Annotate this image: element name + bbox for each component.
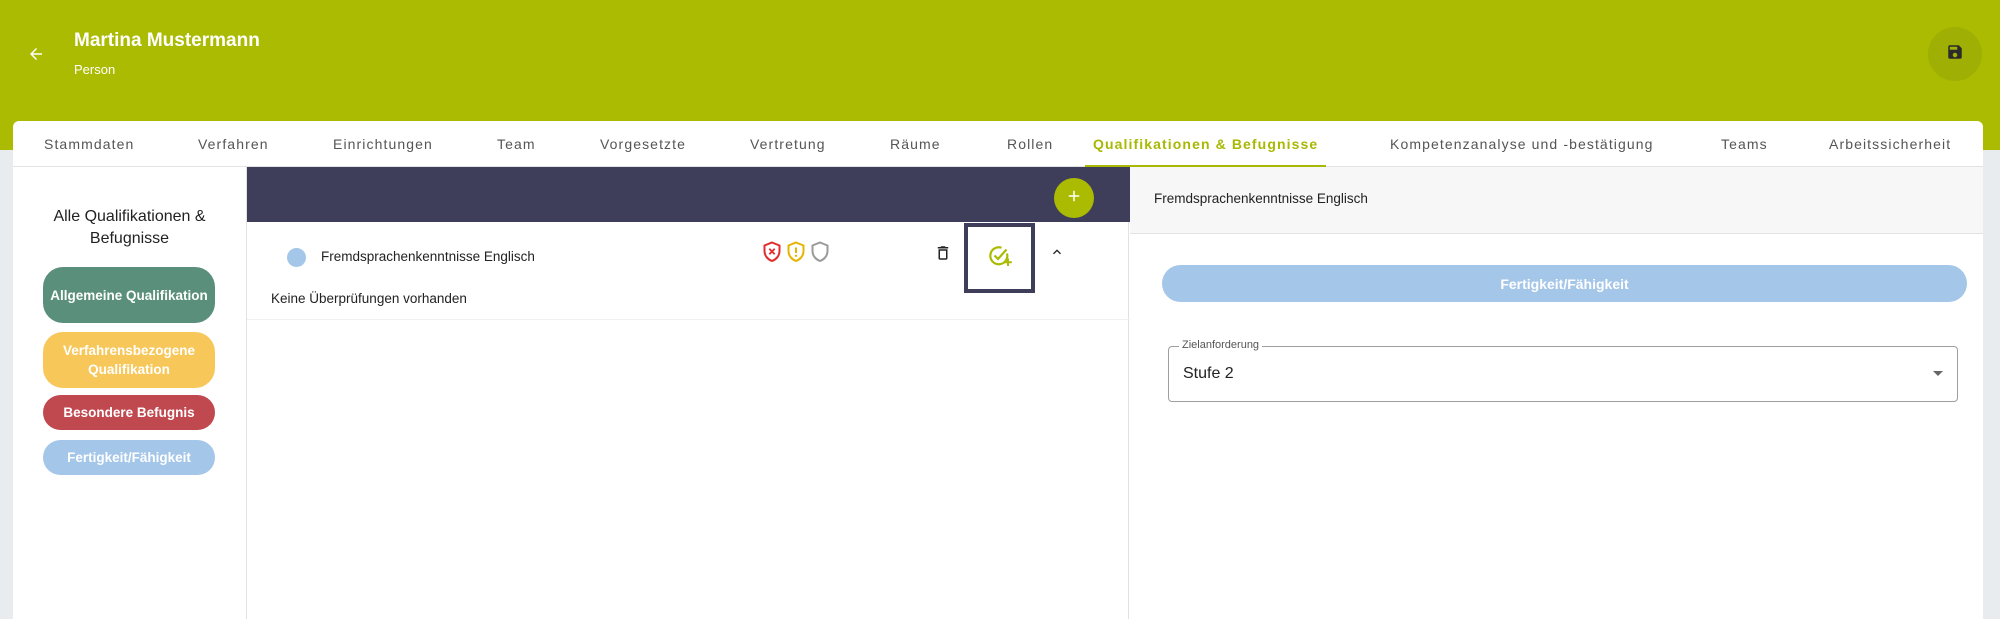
content-card: Stammdaten Verfahren Einrichtungen Team … bbox=[13, 121, 1983, 619]
category-besondere-befugnis[interactable]: Besondere Befugnis bbox=[43, 395, 215, 430]
check-circle-add-icon bbox=[987, 243, 1013, 274]
target-requirement-select[interactable]: Zielanforderung Stufe 2 bbox=[1168, 339, 1958, 402]
delete-button[interactable] bbox=[930, 240, 956, 270]
tab-teams[interactable]: Teams bbox=[1721, 121, 1768, 167]
caret-down-icon bbox=[1933, 371, 1943, 376]
shield-error-icon bbox=[762, 241, 782, 265]
chevron-up-icon bbox=[1049, 244, 1065, 265]
sidebar-title: Alle Qualifikationen & Befugnisse bbox=[53, 208, 206, 247]
tab-kompetenzanalyse[interactable]: Kompetenzanalyse und -bestätigung bbox=[1390, 121, 1654, 167]
category-fertigkeit-faehigkeit[interactable]: Fertigkeit/Fähigkeit bbox=[43, 440, 215, 475]
add-button[interactable] bbox=[1054, 178, 1094, 218]
page-subtitle: Person bbox=[74, 62, 116, 77]
back-button[interactable] bbox=[22, 42, 50, 70]
tab-verfahren[interactable]: Verfahren bbox=[198, 121, 269, 167]
save-button[interactable] bbox=[1928, 27, 1982, 81]
category-allgemeine-qualifikation[interactable]: Allgemeine Qualifikation bbox=[43, 267, 215, 323]
tab-bar: Stammdaten Verfahren Einrichtungen Team … bbox=[13, 121, 1983, 167]
list-item-label[interactable]: Fremdsprachenkenntnisse Englisch bbox=[321, 249, 535, 264]
detail-header: Fremdsprachenkenntnisse Englisch bbox=[1130, 167, 1983, 234]
trash-icon bbox=[934, 243, 952, 268]
shield-warning-icon bbox=[786, 241, 806, 265]
tab-einrichtungen[interactable]: Einrichtungen bbox=[333, 121, 433, 167]
category-verfahrensbezogene-qualifikation[interactable]: Verfahrensbezogene Qualifikation bbox=[43, 332, 215, 388]
tab-raeume[interactable]: Räume bbox=[890, 121, 941, 167]
tab-rollen[interactable]: Rollen bbox=[1007, 121, 1053, 167]
page-title: Martina Mustermann bbox=[74, 30, 260, 51]
tab-stammdaten[interactable]: Stammdaten bbox=[44, 121, 134, 167]
add-verification-button[interactable] bbox=[964, 223, 1035, 293]
qualification-list: Fremdsprachenkenntnisse Englisch Keine Ü… bbox=[246, 167, 1130, 619]
category-sidebar: Alle Qualifikationen & Befugnisse Allgem… bbox=[13, 168, 246, 619]
tab-vorgesetzte[interactable]: Vorgesetzte bbox=[600, 121, 686, 167]
tab-team[interactable]: Team bbox=[497, 121, 536, 167]
tab-qualifikationen[interactable]: Qualifikationen & Befugnisse bbox=[1085, 121, 1327, 167]
select-value: Stufe 2 bbox=[1183, 365, 1234, 382]
tab-arbeitssicherheit[interactable]: Arbeitssicherheit bbox=[1829, 121, 1951, 167]
verification-status-text: Keine Überprüfungen vorhanden bbox=[271, 291, 467, 306]
select-label: Zielanforderung bbox=[1179, 339, 1263, 351]
detail-title: Fremdsprachenkenntnisse Englisch bbox=[1154, 191, 1368, 206]
arrow-left-icon bbox=[27, 45, 45, 68]
type-badge[interactable]: Fertigkeit/Fähigkeit bbox=[1162, 265, 1967, 302]
row-divider bbox=[247, 319, 1130, 320]
plus-icon bbox=[1065, 187, 1083, 210]
floppy-disk-icon bbox=[1946, 43, 1964, 66]
detail-panel: Fremdsprachenkenntnisse Englisch Fertigk… bbox=[1130, 167, 1983, 619]
status-icons bbox=[762, 241, 830, 265]
category-color-dot bbox=[287, 248, 306, 267]
shield-outline-icon bbox=[810, 241, 830, 265]
tab-vertretung[interactable]: Vertretung bbox=[750, 121, 826, 167]
list-toolbar bbox=[247, 167, 1130, 222]
collapse-button[interactable] bbox=[1044, 241, 1070, 267]
